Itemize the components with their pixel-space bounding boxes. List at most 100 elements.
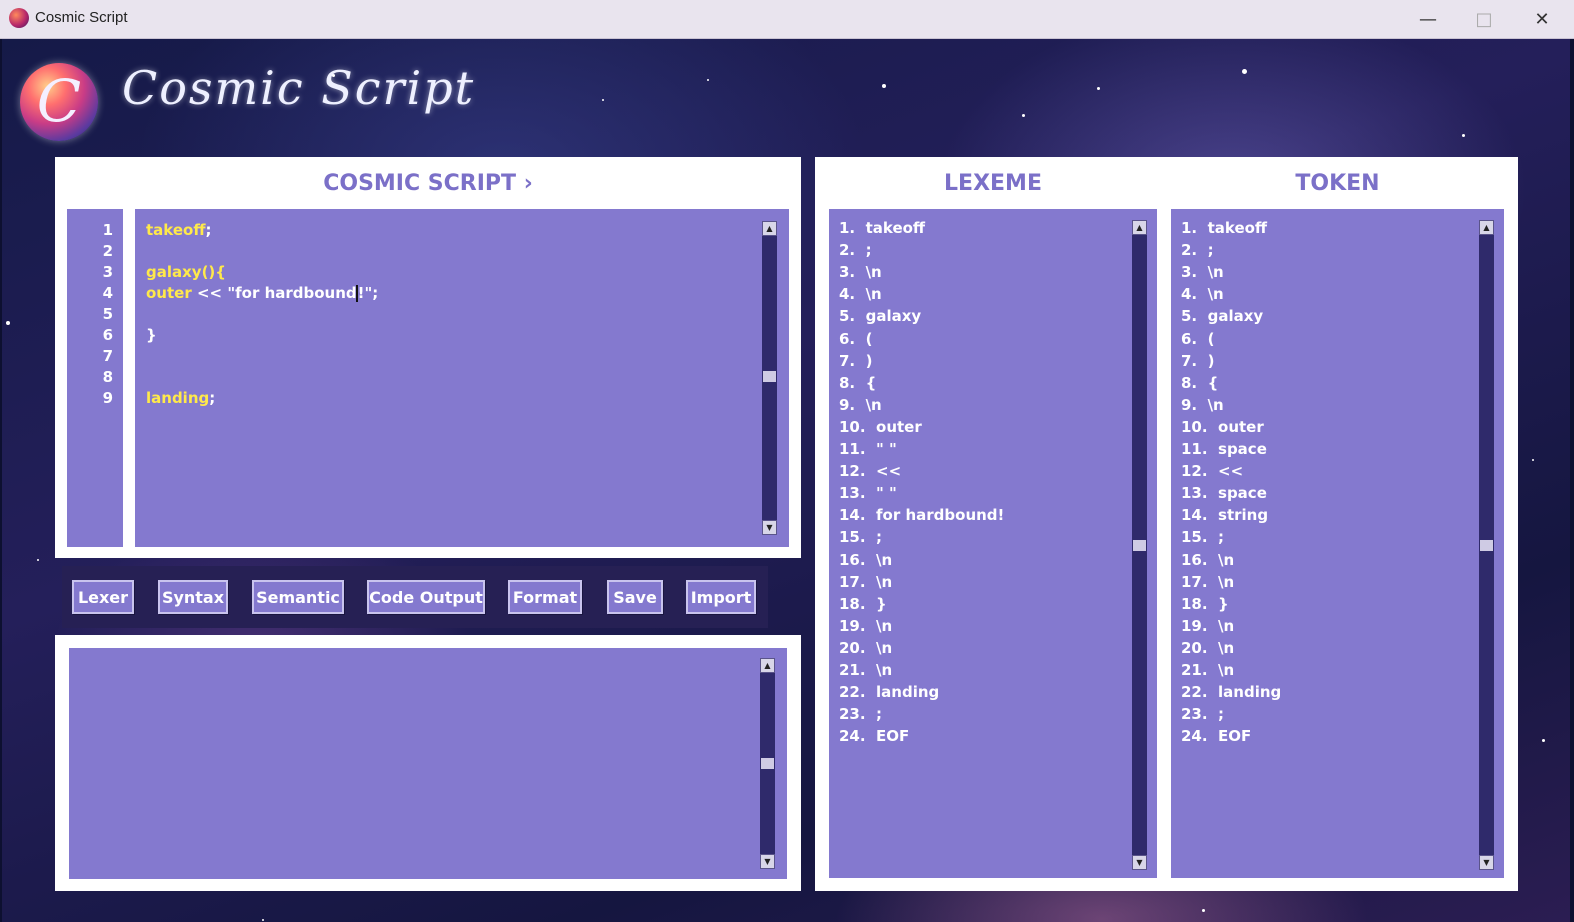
list-item: 4. \n: [1181, 285, 1224, 304]
scroll-thumb[interactable]: [1480, 540, 1493, 551]
list-item: 19. \n: [1181, 616, 1235, 635]
list-item: 4. \n: [839, 285, 882, 304]
maximize-icon: □: [1475, 8, 1493, 30]
lexer-button[interactable]: Lexer: [72, 580, 134, 614]
minimize-icon: —: [1419, 8, 1437, 30]
line-number: 3: [102, 263, 113, 281]
star-decoration: [1022, 114, 1025, 117]
scroll-down-arrow-icon[interactable]: ▼: [1132, 855, 1147, 870]
list-item: 17. \n: [1181, 572, 1235, 591]
list-item: 24. EOF: [1181, 727, 1252, 746]
list-item: 23. ;: [839, 705, 883, 724]
list-item: 14. string: [1181, 506, 1269, 525]
scroll-up-arrow-icon[interactable]: ▲: [762, 221, 777, 236]
list-item: 8. {: [1181, 373, 1219, 392]
list-item: 9. \n: [839, 395, 882, 414]
scroll-up-arrow-icon[interactable]: ▲: [1132, 220, 1147, 235]
code-keyword: outer: [146, 284, 192, 302]
code-line[interactable]: galaxy(){: [146, 263, 226, 281]
list-item: 21. \n: [1181, 661, 1235, 679]
list-item: 16. \n: [1181, 550, 1235, 569]
star-decoration: [602, 99, 604, 101]
code-keyword: galaxy(){: [146, 263, 226, 281]
list-item: 2. ;: [839, 241, 872, 260]
editor-panel: COSMIC SCRIPT › 1 2 3 4 5 6 7 8 9 takeoff; galaxy…: [55, 157, 801, 558]
list-item: 7. ): [1181, 351, 1215, 370]
star-decoration: [37, 559, 39, 561]
line-number-gutter: 1 2 3 4 5 6 7 8 9: [67, 209, 123, 547]
code-text: ;: [205, 221, 212, 239]
code-line[interactable]: outer << "for hardbound!";: [146, 284, 378, 302]
star-decoration: [1532, 459, 1534, 461]
star-decoration: [6, 321, 10, 325]
app-logo-icon: [9, 8, 29, 28]
star-decoration: [262, 919, 264, 921]
list-item: 24. EOF: [839, 727, 910, 746]
list-item: 1. takeoff: [839, 219, 926, 237]
scroll-up-arrow-icon[interactable]: ▲: [760, 658, 775, 673]
code-editor[interactable]: takeoff; galaxy(){ outer << "for hardbound…: [135, 209, 789, 547]
lexer-results-panel: LEXEME TOKEN 1. takeoff 2. ; 3. \n 4. \n 5. …: [815, 157, 1518, 891]
list-item: 16. \n: [839, 550, 893, 569]
token-scrollbar[interactable]: ▲ ▼: [1479, 220, 1494, 870]
syntax-button[interactable]: Syntax: [158, 580, 228, 614]
output-console[interactable]: ▲ ▼: [69, 648, 787, 879]
code-text: ;: [209, 389, 216, 407]
editor-scrollbar[interactable]: ▲ ▼: [762, 221, 777, 535]
list-item: 6. (: [839, 329, 873, 348]
logo-title: Cosmic Script: [122, 61, 476, 115]
scroll-up-arrow-icon[interactable]: ▲: [1479, 220, 1494, 235]
scroll-thumb[interactable]: [1133, 540, 1146, 551]
list-item: 7. ): [839, 351, 873, 370]
space-background: C Cosmic Script COSMIC SCRIPT › 1 2 3 4 5 6 7 8…: [2, 39, 1570, 922]
code-line[interactable]: landing;: [146, 389, 215, 407]
star-decoration: [1242, 69, 1247, 74]
star-decoration: [707, 79, 709, 81]
list-item: 22. landing: [1181, 683, 1282, 702]
code-keyword: landing: [146, 389, 210, 407]
star-decoration: [1202, 909, 1205, 912]
minimize-button[interactable]: —: [1400, 0, 1456, 38]
output-scrollbar[interactable]: ▲ ▼: [760, 658, 775, 869]
list-item: 20. \n: [1181, 638, 1235, 657]
code-keyword: takeoff: [146, 221, 206, 239]
format-button[interactable]: Format: [508, 580, 582, 614]
save-button[interactable]: Save: [607, 580, 663, 614]
semantic-button[interactable]: Semantic: [252, 580, 344, 614]
code-output-button[interactable]: Code Output: [367, 580, 485, 614]
scroll-thumb[interactable]: [761, 758, 774, 769]
list-item: 15. ;: [839, 528, 883, 547]
star-decoration: [1462, 134, 1465, 137]
list-item: 21. \n: [839, 661, 893, 679]
output-panel: ▲ ▼: [55, 635, 801, 891]
list-item: 13. space: [1181, 484, 1267, 503]
list-item: 9. \n: [1181, 395, 1224, 414]
code-line[interactable]: }: [146, 326, 157, 344]
list-item: 11. space: [1181, 440, 1267, 458]
star-decoration: [882, 84, 886, 88]
list-item: 8. {: [839, 373, 877, 392]
logo-badge-letter: C: [36, 67, 82, 135]
scroll-down-arrow-icon[interactable]: ▼: [1479, 855, 1494, 870]
list-item: 2. ;: [1181, 241, 1214, 260]
scroll-down-arrow-icon[interactable]: ▼: [762, 520, 777, 535]
star-decoration: [1542, 739, 1545, 742]
scroll-thumb[interactable]: [763, 371, 776, 382]
code-text: }: [146, 326, 157, 344]
scroll-down-arrow-icon[interactable]: ▼: [760, 854, 775, 869]
lexeme-scrollbar[interactable]: ▲ ▼: [1132, 220, 1147, 870]
code-text: << "for hardbound!";: [191, 284, 379, 302]
line-number: 6: [102, 326, 113, 344]
token-list[interactable]: 1. takeoff 2. ; 3. \n 4. \n 5. galaxy 6. (7. …: [1171, 209, 1504, 878]
line-number: 7: [102, 347, 113, 365]
maximize-button[interactable]: □: [1456, 0, 1512, 38]
import-button[interactable]: Import: [686, 580, 756, 614]
lexeme-list[interactable]: 1. takeoff 2. ; 3. \n 4. \n 5. galaxy 6. (7. …: [829, 209, 1157, 878]
list-item: 12. <<: [839, 462, 902, 481]
close-button[interactable]: ✕: [1514, 0, 1570, 38]
line-number: 5: [102, 305, 113, 323]
code-line[interactable]: takeoff;: [146, 221, 212, 239]
text-caret: [355, 285, 358, 302]
list-item: 5. galaxy: [839, 307, 922, 326]
list-item: 20. \n: [839, 638, 893, 657]
